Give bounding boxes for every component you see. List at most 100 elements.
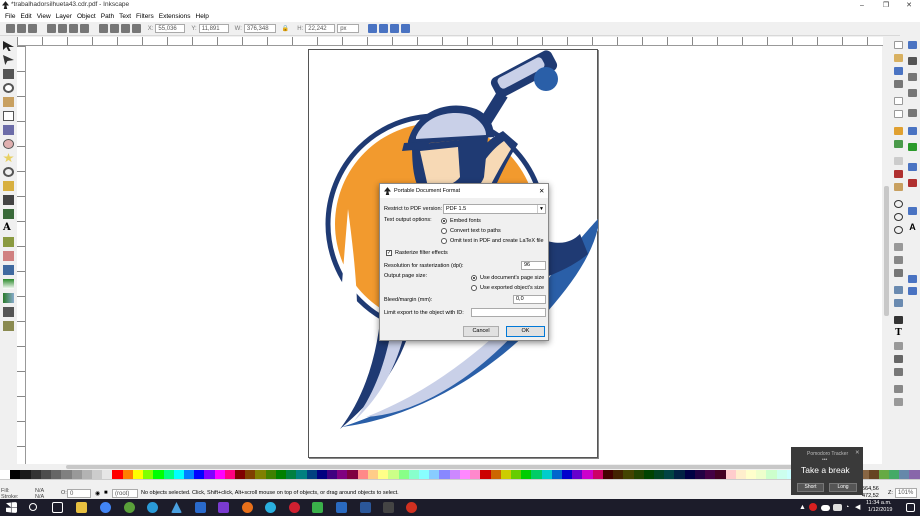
palette-swatch[interactable] — [674, 470, 685, 479]
short-break-button[interactable]: Short — [797, 483, 824, 492]
h-field[interactable]: 22,242 — [305, 24, 336, 33]
gradient-tool-icon[interactable] — [3, 279, 14, 289]
palette-swatch[interactable] — [388, 470, 399, 479]
snap-bbox-corner-icon[interactable] — [908, 89, 917, 97]
palette-swatch[interactable] — [725, 470, 736, 479]
close-button[interactable]: ✕ — [899, 0, 919, 11]
palette-swatch[interactable] — [613, 470, 624, 479]
palette-swatch[interactable] — [664, 470, 675, 479]
clock-date[interactable]: 1/12/2019 — [868, 507, 892, 513]
vscode-alt-icon[interactable] — [171, 502, 182, 513]
menu-edit[interactable]: Edit — [20, 11, 31, 22]
node-tool-icon[interactable] — [3, 55, 14, 65]
snap-bbox-icon[interactable] — [908, 57, 917, 65]
w-field[interactable]: 376,348 — [243, 24, 276, 33]
maximize-button[interactable]: ❐ — [876, 0, 896, 11]
ellipse-tool-icon[interactable] — [3, 139, 14, 149]
snap-grid-icon[interactable] — [908, 275, 917, 283]
deselect-icon[interactable] — [27, 24, 37, 33]
palette-swatch[interactable] — [30, 470, 41, 479]
palette-swatch[interactable] — [470, 470, 481, 479]
group-icon[interactable] — [894, 286, 903, 294]
palette-swatch[interactable] — [204, 470, 215, 479]
document-properties-icon[interactable] — [894, 398, 903, 406]
calligraphy-tool-icon[interactable] — [3, 209, 14, 219]
snap-bbox-midpoint-icon[interactable] — [908, 109, 917, 117]
palette-swatch[interactable] — [40, 470, 52, 479]
menu-layer[interactable]: Layer — [56, 11, 72, 22]
rectangle-tool-icon[interactable] — [3, 111, 14, 121]
star-tool-icon[interactable] — [3, 153, 14, 163]
palette-swatch[interactable] — [153, 470, 164, 479]
palette-swatch[interactable] — [490, 470, 501, 479]
layer-visibility-icon[interactable]: ◉ — [95, 490, 100, 497]
snap-paths-icon[interactable] — [908, 143, 917, 151]
tweak-tool-icon[interactable] — [3, 69, 14, 79]
scale-stroke-icon[interactable] — [368, 24, 378, 33]
palette-swatch[interactable] — [633, 470, 644, 479]
palette-swatch[interactable] — [71, 470, 82, 479]
copy-icon[interactable] — [894, 157, 903, 165]
rotate-cw-icon[interactable] — [57, 24, 67, 33]
palette-swatch[interactable] — [265, 470, 276, 479]
cancel-button[interactable]: Cancel — [463, 326, 499, 337]
align-distribute-icon[interactable] — [894, 368, 903, 376]
palette-swatch[interactable] — [214, 470, 225, 479]
open-icon[interactable] — [894, 54, 903, 62]
battery-icon[interactable] — [833, 504, 842, 511]
opera-icon[interactable] — [289, 502, 300, 513]
snap-nodes-icon[interactable] — [908, 127, 917, 135]
palette-swatch[interactable] — [194, 470, 205, 479]
object-id-input[interactable] — [471, 308, 546, 317]
document-page-size-label[interactable]: Use document's page size — [480, 275, 544, 281]
firefox-icon[interactable] — [242, 502, 253, 513]
palette-swatch[interactable] — [183, 470, 195, 479]
volume-icon[interactable]: ◀ — [855, 502, 866, 513]
palette-swatch[interactable] — [347, 470, 358, 479]
menu-object[interactable]: Object — [77, 11, 96, 22]
import-icon[interactable] — [894, 97, 903, 105]
menu-view[interactable]: View — [37, 11, 51, 22]
save-icon[interactable] — [894, 67, 903, 75]
fill-stroke-icon[interactable] — [894, 316, 903, 324]
notifications-icon[interactable] — [906, 503, 915, 512]
palette-swatch[interactable] — [735, 470, 746, 479]
measure-tool-icon[interactable] — [3, 97, 14, 107]
lower-to-bottom-icon[interactable] — [131, 24, 141, 33]
docs-app-icon[interactable] — [336, 502, 347, 513]
lower-icon[interactable] — [120, 24, 130, 33]
palette-swatch[interactable] — [316, 470, 327, 479]
rotate-ccw-icon[interactable] — [46, 24, 56, 33]
dropper-tool-icon[interactable] — [3, 307, 14, 317]
ok-button[interactable]: OK — [506, 326, 545, 337]
search-icon[interactable] — [29, 503, 37, 511]
palette-swatch[interactable] — [132, 470, 144, 479]
palette-swatch[interactable] — [602, 470, 614, 479]
rasterize-checkbox[interactable]: ✓ — [386, 250, 392, 256]
color-palette[interactable] — [0, 470, 920, 479]
preferences-icon[interactable] — [894, 385, 903, 393]
palette-swatch[interactable] — [429, 470, 440, 479]
bleed-spinner[interactable]: 0,0 — [513, 295, 546, 304]
palette-swatch[interactable] — [776, 470, 787, 479]
palette-swatch[interactable] — [899, 470, 910, 479]
snap-bbox-edge-icon[interactable] — [908, 73, 917, 81]
palette-swatch[interactable] — [551, 470, 563, 479]
mesh-tool-icon[interactable] — [3, 293, 14, 303]
palette-swatch[interactable] — [357, 470, 368, 479]
objects-icon[interactable] — [894, 355, 903, 363]
cut-icon[interactable] — [894, 170, 903, 178]
word-icon[interactable] — [360, 502, 371, 513]
flip-vertical-icon[interactable] — [79, 24, 89, 33]
toast-close-icon[interactable]: ✕ — [855, 450, 860, 456]
horizontal-ruler[interactable] — [17, 37, 883, 46]
menu-file[interactable]: File — [5, 11, 15, 22]
paste-icon[interactable] — [894, 183, 903, 191]
cloud-icon[interactable] — [821, 505, 830, 511]
palette-swatch[interactable] — [572, 470, 583, 479]
zoom-drawing-icon[interactable] — [894, 213, 903, 221]
palette-swatch[interactable] — [10, 470, 21, 479]
windows-start-icon[interactable] — [6, 502, 17, 513]
palette-swatch[interactable] — [296, 470, 307, 479]
menu-text[interactable]: Text — [119, 11, 131, 22]
